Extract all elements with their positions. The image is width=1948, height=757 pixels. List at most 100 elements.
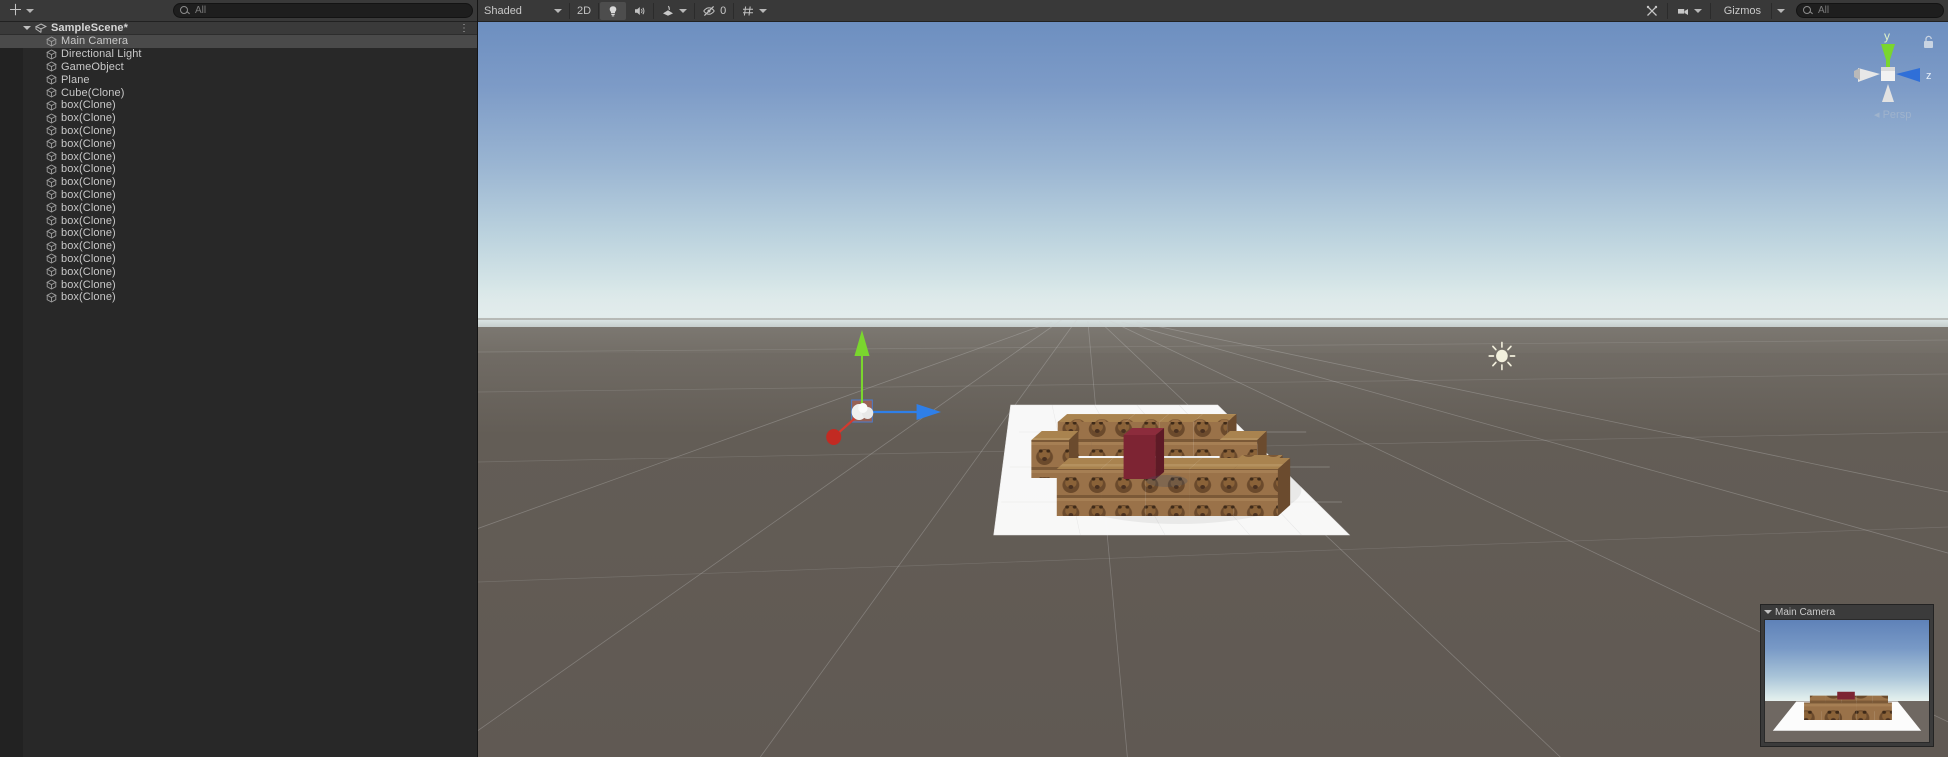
gameobject-cube-icon (46, 74, 57, 85)
scene-view-panel: Shaded 2D 0 Gizmos All z y ◂ Persp Main … (478, 0, 1948, 757)
hierarchy-item-label: box(Clone) (61, 214, 116, 227)
gameobject-cube-icon (46, 138, 57, 149)
hierarchy-item-label: box(Clone) (61, 188, 116, 201)
gameobject-cube-icon (46, 215, 57, 226)
scene-grid-button[interactable] (735, 2, 773, 20)
hierarchy-item-label: box(Clone) (61, 265, 116, 278)
camera-preview-header[interactable]: Main Camera (1761, 605, 1933, 619)
hierarchy-item[interactable]: box(Clone) (0, 99, 477, 112)
hierarchy-item[interactable]: box(Clone) (0, 163, 477, 176)
chevron-down-icon[interactable] (1777, 8, 1785, 13)
scene-visibility-button[interactable]: 0 (696, 2, 732, 20)
hierarchy-item[interactable]: box(Clone) (0, 214, 477, 227)
scene-camera-button[interactable] (1670, 2, 1708, 20)
gameobject-cube-icon (46, 164, 57, 175)
chevron-down-icon[interactable] (679, 8, 688, 13)
gameobject-cube-icon (46, 61, 57, 72)
hierarchy-item[interactable]: box(Clone) (0, 240, 477, 253)
gameobject-cube-icon (46, 113, 57, 124)
chevron-down-icon (26, 8, 35, 13)
hierarchy-item[interactable]: GameObject (0, 61, 477, 74)
hierarchy-item[interactable]: box(Clone) (0, 137, 477, 150)
scene-icon (34, 22, 48, 34)
hierarchy-item-label: box(Clone) (61, 227, 116, 240)
fx-icon (663, 5, 674, 16)
draw-mode-dropdown[interactable]: Shaded (478, 2, 568, 20)
scene-search-placeholder: All (1818, 5, 1830, 16)
hierarchy-item[interactable]: box(Clone) (0, 291, 477, 304)
gameobject-cube-icon (46, 49, 57, 60)
hierarchy-item[interactable]: Plane (0, 73, 477, 86)
kebab-menu-icon[interactable]: ⋮ (459, 23, 469, 34)
search-icon (1803, 5, 1814, 16)
scene-search-input[interactable]: All (1796, 3, 1944, 18)
hierarchy-item[interactable]: box(Clone) (0, 278, 477, 291)
hierarchy-item-label: box(Clone) (61, 240, 116, 253)
hierarchy-item[interactable]: Directional Light (0, 48, 477, 61)
camera-preview-title: Main Camera (1775, 606, 1836, 618)
grid-icon (743, 5, 754, 16)
scene-tools-button[interactable] (1639, 2, 1665, 20)
hierarchy-item[interactable]: box(Clone) (0, 227, 477, 240)
tools-icon (1646, 5, 1657, 16)
hierarchy-item-label: box(Clone) (61, 252, 116, 265)
hierarchy-item[interactable]: Cube(Clone) (0, 86, 477, 99)
chevron-down-icon[interactable] (759, 8, 768, 13)
hierarchy-item[interactable]: box(Clone) (0, 150, 477, 163)
scene-nav-gizmo[interactable]: z y ◂ Persp (1836, 28, 1940, 124)
toggle-lighting-button[interactable] (600, 1, 627, 20)
gameobject-cube-icon (46, 292, 57, 303)
camera-icon (1677, 8, 1688, 15)
gameobject-cube-icon (46, 36, 57, 47)
hierarchy-item[interactable]: box(Clone) (0, 201, 477, 214)
scene-effects-button[interactable] (655, 2, 693, 20)
cube-clone-object (1123, 428, 1165, 479)
hierarchy-item[interactable]: box(Clone) (0, 189, 477, 202)
chevron-down-icon (554, 8, 562, 13)
hierarchy-item[interactable]: box(Clone) (0, 112, 477, 125)
camera-preview-render (1764, 619, 1930, 743)
search-icon (180, 5, 191, 16)
gameobject-cube-icon (46, 87, 57, 98)
chevron-down-icon[interactable] (1693, 8, 1702, 13)
hierarchy-toolbar: ＋ All (0, 0, 477, 22)
eye-off-icon (703, 5, 715, 16)
view-2d-label: 2D (577, 4, 592, 17)
gizmos-dropdown[interactable]: Gizmos (1713, 2, 1791, 20)
hierarchy-item[interactable]: box(Clone) (0, 265, 477, 278)
hierarchy-scene-root[interactable]: SampleScene* ⋮ (0, 22, 477, 35)
chevron-down-icon[interactable] (23, 26, 31, 30)
toolbar-separator (653, 2, 655, 19)
toolbar-separator (733, 2, 735, 19)
gameobject-cube-icon (46, 177, 57, 188)
hierarchy-item[interactable]: box(Clone) (0, 176, 477, 189)
toolbar-separator (1709, 2, 1711, 19)
gameobject-cube-icon (46, 100, 57, 111)
axis-y-label: y (1884, 29, 1890, 43)
hierarchy-item-label: GameObject (61, 60, 124, 73)
axis-z-label: z (1926, 70, 1932, 82)
toolbar-separator (598, 2, 600, 19)
hierarchy-search-input[interactable]: All (173, 3, 473, 18)
chevron-down-icon[interactable] (1764, 610, 1772, 614)
toolbar-separator (694, 2, 696, 19)
hierarchy-tree[interactable]: SampleScene* ⋮ Main Camera Directional Li… (0, 22, 477, 757)
hierarchy-item[interactable]: box(Clone) (0, 125, 477, 138)
hierarchy-item-label: box(Clone) (61, 176, 116, 189)
gameobject-cube-icon (46, 189, 57, 200)
toggle-audio-button[interactable] (626, 2, 652, 20)
lightbulb-icon (609, 5, 617, 16)
add-gameobject-button[interactable]: ＋ (4, 3, 38, 18)
unity-editor-window: ＋ All SampleScene* ⋮ Main Camera Directi… (0, 0, 1948, 757)
toggle-2d-button[interactable]: 2D (571, 2, 597, 20)
hierarchy-item-label: box(Clone) (61, 163, 116, 176)
hierarchy-item-label: box(Clone) (61, 150, 116, 163)
speaker-icon (635, 6, 645, 15)
hierarchy-search-placeholder: All (195, 5, 207, 16)
hierarchy-item[interactable]: Main Camera (0, 35, 477, 48)
scene-viewport[interactable]: z y ◂ Persp Main Camera (478, 22, 1948, 757)
gameobject-cube-icon (46, 228, 57, 239)
hierarchy-item[interactable]: box(Clone) (0, 253, 477, 266)
camera-preview-panel[interactable]: Main Camera (1760, 604, 1934, 747)
gameobject-cube-icon (46, 125, 57, 136)
